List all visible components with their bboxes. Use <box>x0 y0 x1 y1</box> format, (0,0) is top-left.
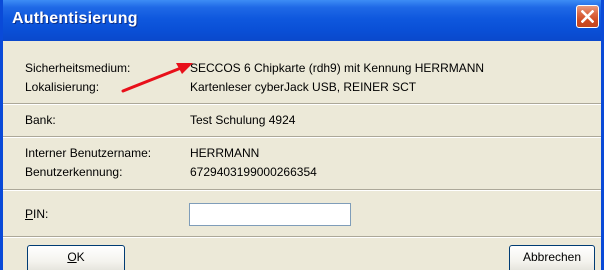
close-button[interactable] <box>576 5 599 28</box>
separator <box>3 103 601 105</box>
separator <box>3 136 601 138</box>
close-icon <box>581 10 594 23</box>
title-bar[interactable]: Authentisierung <box>3 0 601 41</box>
user-id-value: 6729403199000266354 <box>190 165 317 179</box>
pin-label-text: IN: <box>33 207 49 221</box>
ok-button[interactable]: OK <box>27 245 125 270</box>
annotation-arrow-icon <box>121 63 193 93</box>
cancel-button[interactable]: Abbrechen <box>509 245 595 270</box>
bank-label: Bank: <box>25 113 56 127</box>
security-medium-label: Sicherheitsmedium: <box>25 61 131 75</box>
pin-input[interactable] <box>189 203 351 226</box>
ok-button-mnemonic: O <box>67 250 77 264</box>
user-id-label: Benutzerkennung: <box>25 165 123 179</box>
security-medium-value: SECCOS 6 Chipkarte (rdh9) mit Kennung HE… <box>190 61 485 75</box>
bank-value: Test Schulung 4924 <box>190 113 296 127</box>
dialog-title: Authentisierung <box>12 10 138 27</box>
authentication-dialog: Authentisierung Sicherheitsmedium: SECCO… <box>0 0 604 270</box>
internal-username-label: Interner Benutzername: <box>25 146 152 160</box>
separator <box>3 236 601 238</box>
internal-username-value: HERRMANN <box>190 146 260 160</box>
ok-button-label: K <box>76 250 85 264</box>
pin-label-mnemonic: P <box>25 207 34 221</box>
location-label: Lokalisierung: <box>25 80 100 94</box>
separator <box>3 189 601 191</box>
location-value: Kartenleser cyberJack USB, REINER SCT <box>190 80 417 94</box>
pin-label: PIN: <box>25 207 48 221</box>
